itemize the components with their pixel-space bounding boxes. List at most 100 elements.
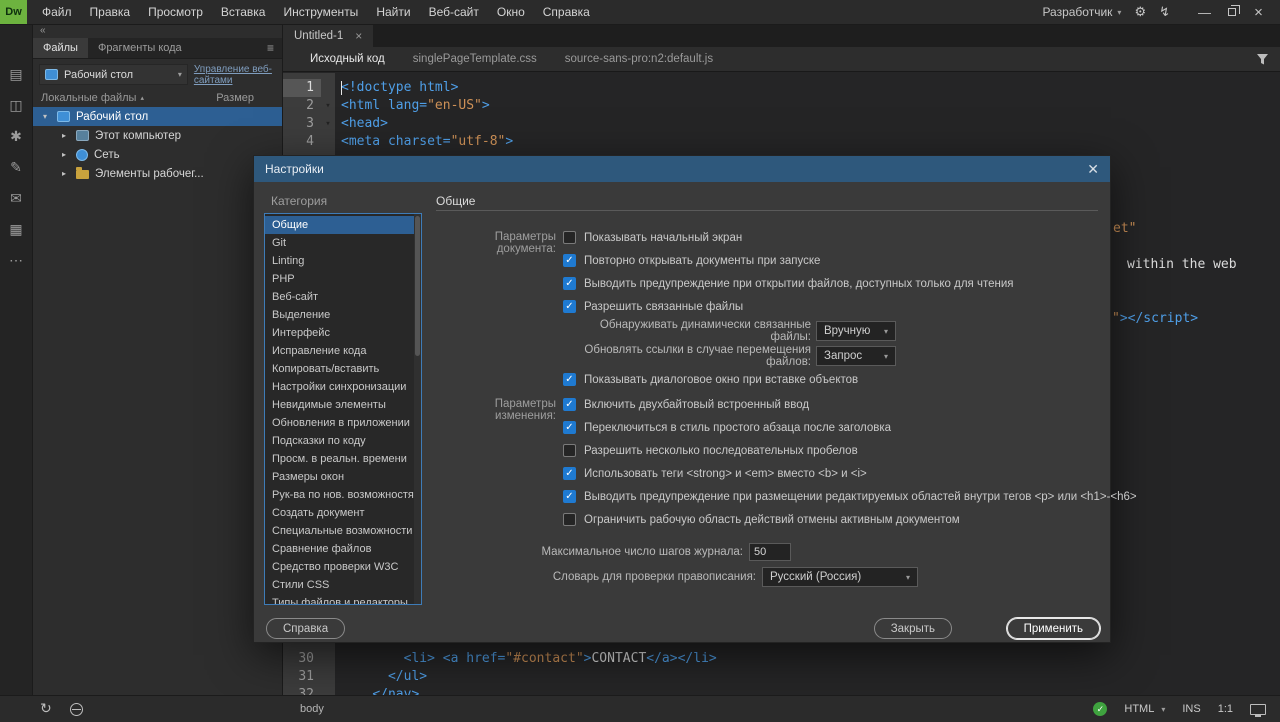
- checkbox[interactable]: ✓: [563, 373, 576, 386]
- related-file-2[interactable]: source-sans-pro:n2:default.js: [565, 53, 713, 65]
- category-item[interactable]: Рук-ва по нов. возможностям: [265, 486, 414, 504]
- category-item[interactable]: PHP: [265, 270, 414, 288]
- doctype-dropdown[interactable]: HTML ▾: [1124, 703, 1165, 715]
- category-item[interactable]: Общие: [265, 216, 414, 234]
- workspace-switcher[interactable]: Разработчик ▾: [1042, 5, 1121, 19]
- collapse-panel-icon[interactable]: «: [33, 25, 282, 38]
- menu-item-6[interactable]: Веб-сайт: [420, 0, 488, 24]
- checkbox[interactable]: [563, 444, 576, 457]
- code-text[interactable]: <li> <a href="#contact">CONTACT</a></li>: [335, 650, 717, 668]
- category-item[interactable]: Исправление кода: [265, 342, 414, 360]
- menu-item-4[interactable]: Инструменты: [274, 0, 367, 24]
- comments-icon[interactable]: ✉: [10, 191, 22, 206]
- dropdown[interactable]: Вручную▾: [816, 321, 896, 341]
- manage-sites-link[interactable]: Управление веб-сайтами: [194, 64, 276, 86]
- category-item[interactable]: Веб-сайт: [265, 288, 414, 306]
- category-item[interactable]: Обновления в приложении: [265, 414, 414, 432]
- help-button[interactable]: Справка: [266, 618, 345, 639]
- snippets-icon[interactable]: ✱: [10, 129, 22, 144]
- tag-selector[interactable]: body: [300, 703, 324, 715]
- dropdown[interactable]: Запрос▾: [816, 346, 896, 366]
- panel-menu-icon[interactable]: ≡: [267, 38, 274, 58]
- related-file-0[interactable]: Исходный код: [310, 53, 385, 65]
- tree-item[interactable]: ▸Этот компьютер: [33, 126, 282, 145]
- restore-button[interactable]: [1218, 0, 1245, 24]
- fold-icon[interactable]: ▾: [321, 115, 335, 133]
- category-list[interactable]: ОбщиеGitLintingPHPВеб-сайтВыделениеИнтер…: [264, 213, 422, 605]
- expander-icon[interactable]: ▸: [62, 131, 70, 140]
- code-text[interactable]: </nav>: [335, 686, 419, 695]
- checkbox[interactable]: ✓: [563, 421, 576, 434]
- category-item[interactable]: Настройки синхронизации: [265, 378, 414, 396]
- css-designer-icon[interactable]: ✎: [10, 160, 22, 175]
- size-column-header[interactable]: Размер: [216, 92, 254, 104]
- checkbox[interactable]: ✓: [563, 490, 576, 503]
- code-text[interactable]: <meta charset="utf-8">: [335, 133, 513, 151]
- tab-snippets[interactable]: Фрагменты кода: [88, 38, 192, 58]
- minimize-button[interactable]: —: [1191, 0, 1218, 24]
- checkbox[interactable]: [563, 231, 576, 244]
- category-item[interactable]: Копировать/вставить: [265, 360, 414, 378]
- tree-item[interactable]: ▾Рабочий стол: [33, 107, 282, 126]
- category-item[interactable]: Стили CSS: [265, 576, 414, 594]
- checkbox[interactable]: ✓: [563, 467, 576, 480]
- category-item[interactable]: Git: [265, 234, 414, 252]
- category-item[interactable]: Средство проверки W3C: [265, 558, 414, 576]
- menu-item-2[interactable]: Просмотр: [139, 0, 212, 24]
- code-text[interactable]: <!doctype html>: [335, 79, 458, 97]
- window-size-icon[interactable]: [1250, 704, 1266, 715]
- tree-item[interactable]: ▸Элементы рабочег...: [33, 164, 282, 183]
- lint-ok-icon[interactable]: ✓: [1093, 702, 1107, 716]
- menu-item-7[interactable]: Окно: [488, 0, 534, 24]
- category-item[interactable]: Размеры окон: [265, 468, 414, 486]
- code-text[interactable]: <head>: [335, 115, 388, 133]
- refresh-icon[interactable]: ↻: [40, 700, 52, 717]
- cc-libraries-icon[interactable]: ▦: [9, 222, 22, 237]
- close-tab-icon[interactable]: ×: [355, 29, 362, 43]
- category-item[interactable]: Выделение: [265, 306, 414, 324]
- category-item[interactable]: Интерфейс: [265, 324, 414, 342]
- checkbox[interactable]: [563, 513, 576, 526]
- dreamweaver-logo[interactable]: Dw: [0, 0, 27, 24]
- files-icon[interactable]: ▤: [9, 67, 22, 82]
- checkbox[interactable]: ✓: [563, 300, 576, 313]
- expander-icon[interactable]: ▸: [62, 169, 70, 178]
- menu-item-8[interactable]: Справка: [534, 0, 599, 24]
- fold-icon[interactable]: ▾: [321, 97, 335, 115]
- menu-item-0[interactable]: Файл: [33, 0, 81, 24]
- dialog-close-icon[interactable]: ✕: [1087, 161, 1099, 178]
- close-button[interactable]: ×: [1245, 0, 1272, 24]
- category-item[interactable]: Типы файлов и редакторы: [265, 594, 414, 605]
- connect-server-icon[interactable]: [70, 703, 83, 716]
- document-tab[interactable]: Untitled-1 ×: [283, 25, 373, 47]
- menu-item-1[interactable]: Правка: [81, 0, 140, 24]
- gear-icon[interactable]: ⚙: [1134, 4, 1146, 20]
- dictionary-dropdown[interactable]: Русский (Россия)▾: [762, 567, 918, 587]
- history-steps-input[interactable]: [749, 543, 791, 561]
- code-text[interactable]: </ul>: [335, 668, 427, 686]
- insert-icon[interactable]: ◫: [9, 98, 22, 113]
- code-text[interactable]: <html lang="en-US">: [335, 97, 490, 115]
- category-item[interactable]: Сравнение файлов: [265, 540, 414, 558]
- related-file-1[interactable]: singlePageTemplate.css: [413, 53, 537, 65]
- checkbox[interactable]: ✓: [563, 254, 576, 267]
- dialog-title-bar[interactable]: Настройки ✕: [254, 156, 1110, 182]
- menu-item-5[interactable]: Найти: [367, 0, 419, 24]
- site-dropdown[interactable]: Рабочий стол ▾: [39, 64, 188, 85]
- category-item[interactable]: Подсказки по коду: [265, 432, 414, 450]
- category-item[interactable]: Специальные возможности: [265, 522, 414, 540]
- checkbox[interactable]: ✓: [563, 398, 576, 411]
- more-panels-icon[interactable]: ⋯: [9, 253, 23, 268]
- expander-icon[interactable]: ▾: [43, 112, 51, 121]
- tree-item[interactable]: ▸Сеть: [33, 145, 282, 164]
- filter-icon[interactable]: [1256, 53, 1269, 69]
- scrollbar-thumb[interactable]: [415, 216, 420, 356]
- close-dialog-button[interactable]: Закрыть: [874, 618, 952, 639]
- category-item[interactable]: Создать документ: [265, 504, 414, 522]
- scrollbar-track[interactable]: [414, 214, 421, 604]
- category-item[interactable]: Просм. в реальн. времени: [265, 450, 414, 468]
- checkbox[interactable]: ✓: [563, 277, 576, 290]
- category-item[interactable]: Linting: [265, 252, 414, 270]
- local-files-header[interactable]: Локальные файлы: [41, 92, 136, 104]
- menu-item-3[interactable]: Вставка: [212, 0, 275, 24]
